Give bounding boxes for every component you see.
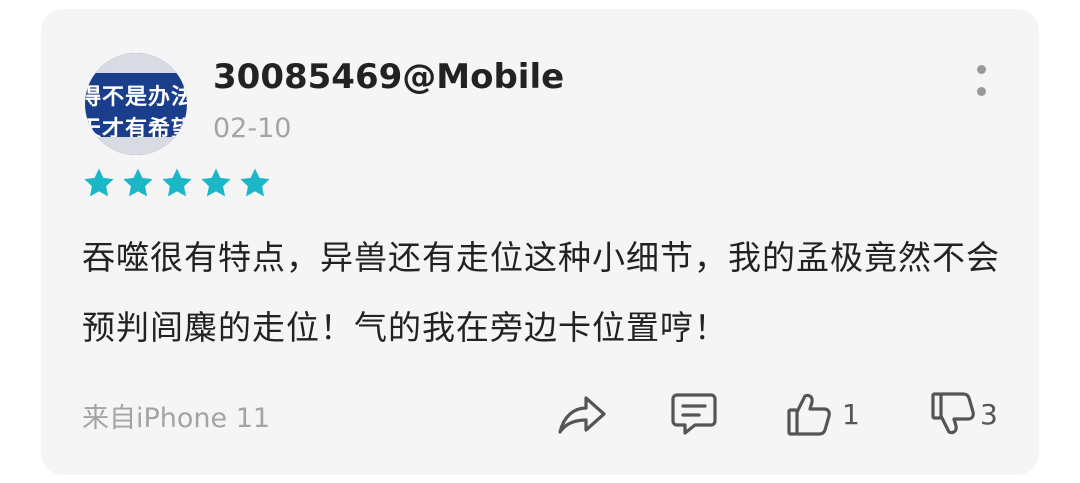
star-icon [84, 168, 114, 197]
dislike-count: 3 [980, 397, 998, 431]
star-icon [162, 168, 192, 197]
avatar-top-band [85, 53, 187, 73]
device-source: 来自iPhone 11 [82, 403, 271, 434]
comment-date: 02-10 [213, 113, 292, 144]
username[interactable]: 30085469@Mobile [213, 57, 564, 97]
star-icon [201, 168, 231, 197]
dislike-button[interactable]: 3 [930, 389, 998, 439]
avatar-text-line-1: 得不是办法 [85, 85, 187, 110]
more-options-icon[interactable] [971, 65, 993, 99]
like-button[interactable]: 1 [786, 389, 860, 439]
comment-card: 得不是办法 天才有希望 30085469@Mobile 02-10 吞噬很有特点… [41, 9, 1039, 475]
reply-button[interactable] [669, 389, 719, 439]
comment-text: 吞噬很有特点，异兽还有走位这种小细节，我的孟极竟然不会预判闾麋的走位！气的我在旁… [82, 238, 1000, 347]
share-button[interactable] [556, 389, 608, 439]
thumbs-up-icon [787, 393, 831, 436]
thumbs-down-icon [931, 392, 975, 435]
comment-icon [671, 393, 717, 435]
avatar-bottom-band [85, 137, 187, 155]
share-icon [558, 396, 606, 434]
avatar[interactable]: 得不是办法 天才有希望 [85, 53, 187, 155]
like-count: 1 [842, 397, 860, 431]
star-icon [240, 168, 270, 197]
star-icon [123, 168, 153, 197]
star-rating [82, 166, 272, 200]
